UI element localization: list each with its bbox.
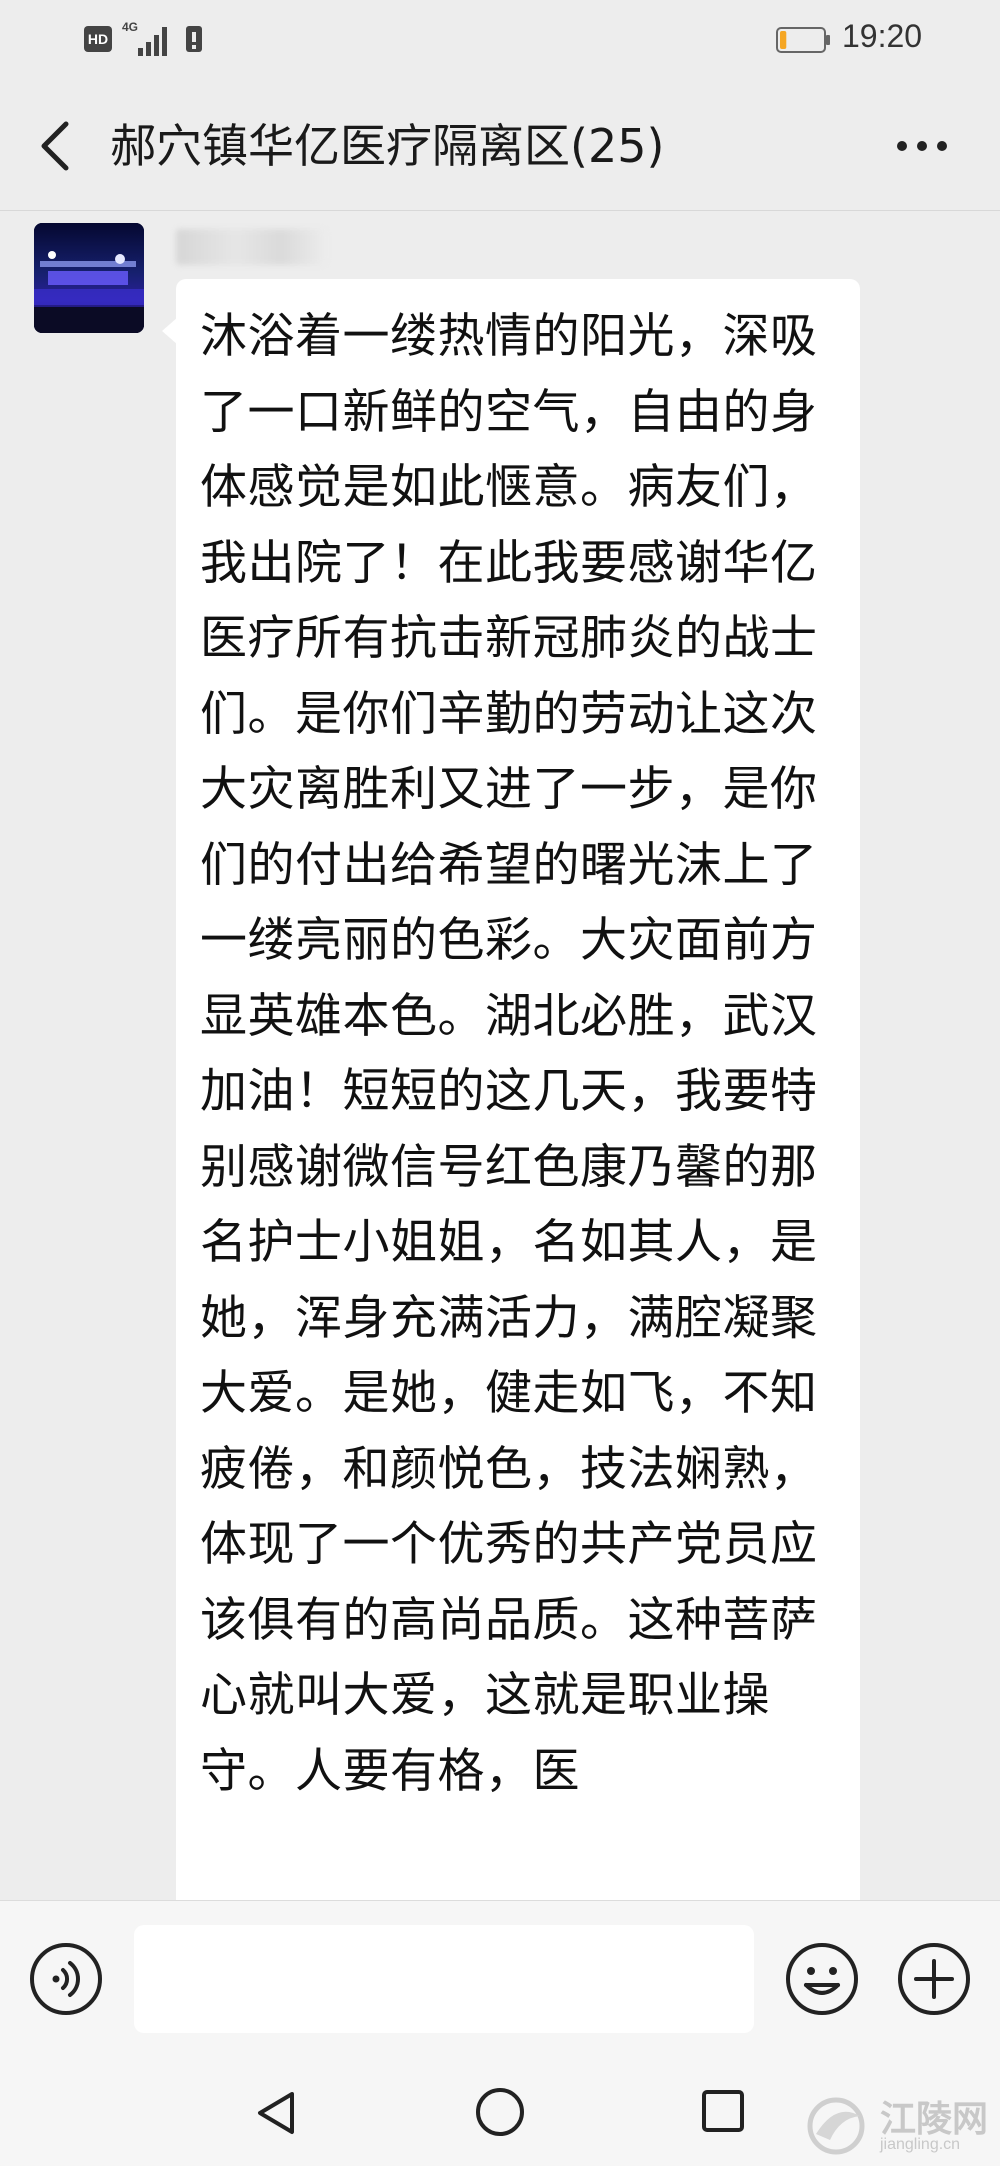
more-dots-icon[interactable] <box>892 126 952 166</box>
wechat-group-chat-screen: HD 4G 19:20 郝穴镇华亿医疗隔离区(25) 沐浴着一缕热情的阳光，深吸… <box>0 0 1000 2166</box>
plus-icon[interactable] <box>896 1941 972 2017</box>
status-bar: HD 4G 19:20 <box>0 0 1000 80</box>
battery-icon <box>776 27 830 53</box>
message-input[interactable] <box>134 1925 754 2033</box>
status-time: 19:20 <box>842 18 923 54</box>
chat-header: 郝穴镇华亿医疗隔离区(25) <box>0 80 1000 211</box>
chat-title: 郝穴镇华亿医疗隔离区(25) <box>110 119 665 173</box>
avatar-image <box>34 223 144 333</box>
message-text: 沐浴着一缕热情的阳光，深吸了一口新鲜的空气，自由的身体感觉是如此惬意。病友们，我… <box>200 309 818 1799</box>
voice-icon[interactable] <box>28 1941 104 2017</box>
message-bubble[interactable]: 沐浴着一缕热情的阳光，深吸了一口新鲜的空气，自由的身体感觉是如此惬意。病友们，我… <box>176 279 860 1901</box>
system-navigation-bar <box>0 2060 1000 2166</box>
sender-name-blurred <box>176 229 326 265</box>
input-bar <box>0 1900 1000 2061</box>
chevron-left-icon[interactable] <box>30 116 82 176</box>
nav-recents-icon[interactable] <box>700 2088 746 2134</box>
hd-badge: HD <box>84 26 112 52</box>
sim-icon <box>186 26 202 52</box>
emoji-icon[interactable] <box>784 1941 860 2017</box>
nav-home-icon[interactable] <box>474 2086 526 2138</box>
message-list[interactable]: 沐浴着一缕热情的阳光，深吸了一口新鲜的空气，自由的身体感觉是如此惬意。病友们，我… <box>0 211 1000 1901</box>
avatar[interactable] <box>34 223 144 333</box>
signal-icon <box>138 27 167 56</box>
nav-back-icon[interactable] <box>252 2088 302 2138</box>
